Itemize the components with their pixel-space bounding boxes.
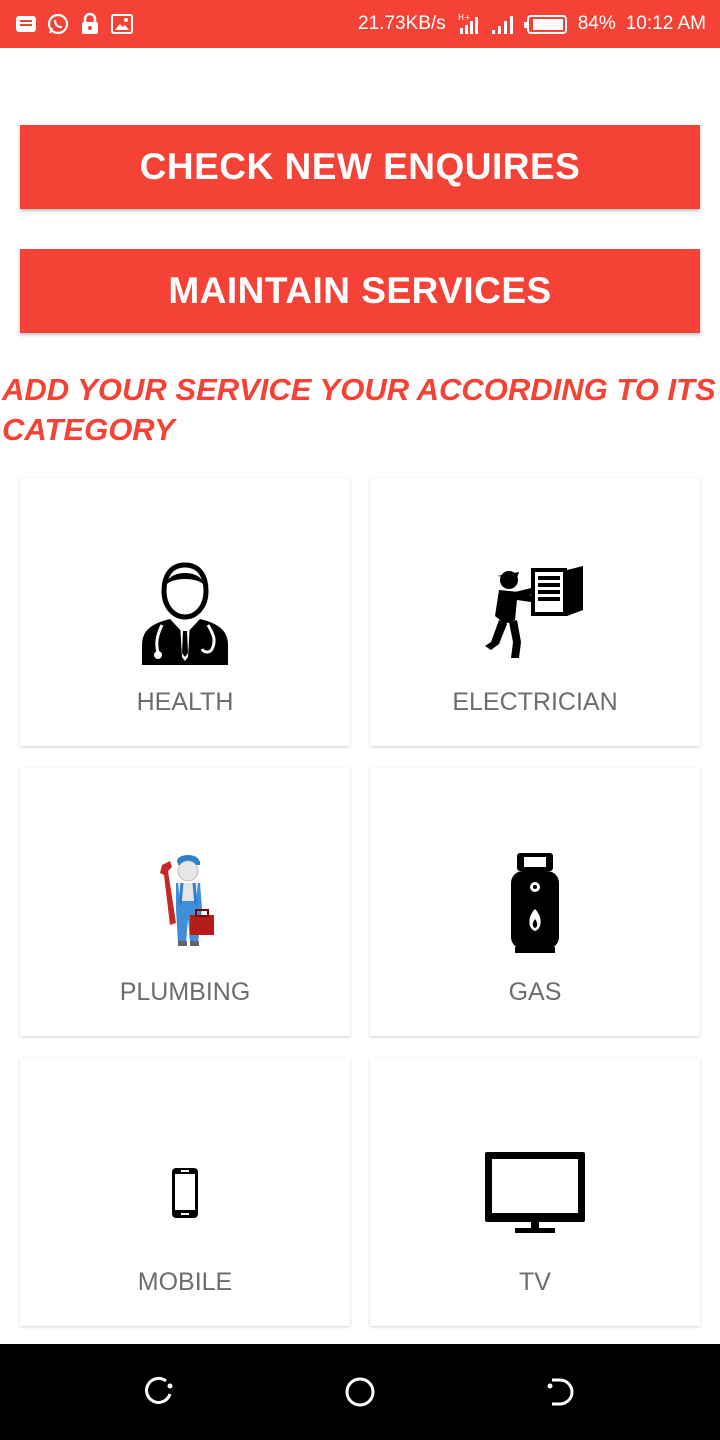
- doctor-icon: [20, 558, 350, 668]
- clock: 10:12 AM: [625, 13, 706, 34]
- network-speed: 21.73KB/s: [358, 13, 446, 34]
- navigation-bar: [0, 1344, 720, 1440]
- gas-cylinder-icon: [370, 848, 700, 958]
- category-label-gas: GAS: [508, 978, 562, 1006]
- maintain-services-button[interactable]: MAINTAIN SERVICES: [20, 249, 700, 333]
- svg-text:H+: H+: [458, 13, 471, 22]
- recent-apps-icon[interactable]: [542, 1374, 578, 1410]
- tv-icon: [370, 1138, 700, 1248]
- category-label-mobile: MOBILE: [137, 1268, 233, 1296]
- hplus-signal-icon: H+: [456, 12, 480, 36]
- plumber-icon: [20, 848, 350, 958]
- category-card-gas[interactable]: GAS: [370, 768, 700, 1036]
- category-card-tv[interactable]: TV: [370, 1058, 700, 1326]
- back-icon[interactable]: [142, 1374, 178, 1410]
- lock-icon: [78, 12, 102, 36]
- message-icon: [14, 12, 38, 36]
- whatsapp-icon: [46, 12, 70, 36]
- category-label-electrician: ELECTRICIAN: [452, 688, 618, 716]
- check-new-enquires-button[interactable]: CHECK NEW ENQUIRES: [20, 125, 700, 209]
- battery-percent: 84%: [577, 13, 616, 34]
- category-card-health[interactable]: HEALTH: [20, 478, 350, 746]
- status-notifications: [14, 12, 134, 36]
- category-label-tv: TV: [519, 1268, 551, 1296]
- electrician-icon: [370, 558, 700, 668]
- category-card-mobile[interactable]: MOBILE: [20, 1058, 350, 1326]
- screencast-icon: [110, 12, 134, 36]
- battery-icon: [523, 12, 568, 36]
- mobile-phone-icon: [20, 1138, 350, 1248]
- category-label-plumbing: PLUMBING: [119, 978, 251, 1006]
- signal-icon: [490, 12, 514, 36]
- home-icon[interactable]: [342, 1374, 378, 1410]
- category-label-health: HEALTH: [136, 688, 234, 716]
- category-card-electrician[interactable]: ELECTRICIAN: [370, 478, 700, 746]
- category-card-plumbing[interactable]: PLUMBING: [20, 768, 350, 1036]
- status-system: 21.73KB/s H+ 84% 10:12 AM: [358, 12, 706, 36]
- status-bar: 21.73KB/s H+ 84% 10:12 AM: [0, 0, 720, 48]
- category-heading: ADD YOUR SERVICE YOUR ACCORDING TO ITS C…: [2, 372, 716, 447]
